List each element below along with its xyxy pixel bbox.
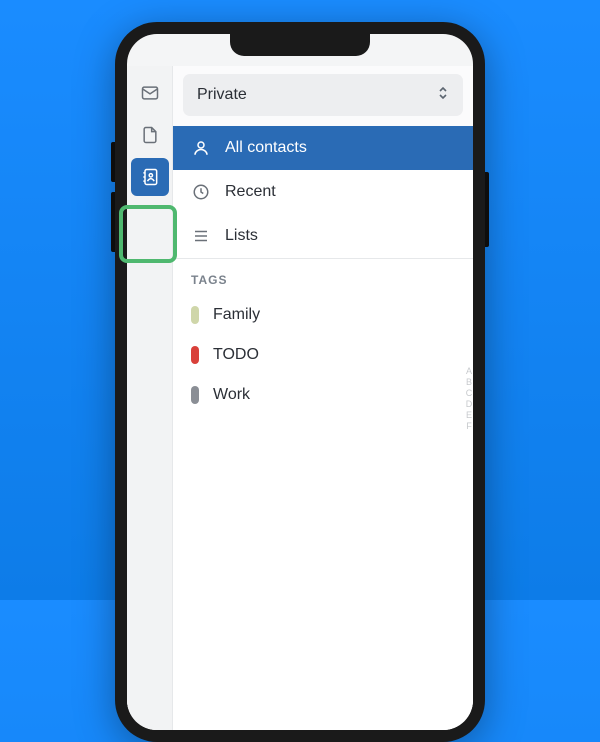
section-label: Recent bbox=[225, 183, 276, 201]
chevron-updown-icon bbox=[437, 85, 449, 106]
nav-contacts[interactable] bbox=[131, 158, 169, 196]
contacts-app: Private All contacts bbox=[127, 66, 473, 730]
phone-frame: Private All contacts bbox=[115, 22, 485, 742]
tag-color-pill bbox=[191, 306, 199, 324]
section-label: All contacts bbox=[225, 139, 307, 157]
mail-icon bbox=[140, 83, 160, 103]
tags-header: TAGS bbox=[173, 259, 473, 295]
tag-label: Work bbox=[213, 386, 250, 404]
volume-up-button bbox=[111, 142, 115, 182]
tag-label: Family bbox=[213, 306, 260, 324]
section-recent[interactable]: Recent bbox=[173, 170, 473, 214]
addressbook-selector-value: Private bbox=[197, 86, 247, 104]
nav-mail[interactable] bbox=[131, 74, 169, 112]
addressbook-selector[interactable]: Private bbox=[183, 74, 463, 116]
tag-color-pill bbox=[191, 386, 199, 404]
nav-rail bbox=[127, 66, 173, 730]
section-lists[interactable]: Lists bbox=[173, 214, 473, 258]
volume-down-button bbox=[111, 192, 115, 252]
document-icon bbox=[140, 125, 160, 145]
addressbook-selector-row: Private bbox=[173, 66, 473, 126]
nav-files[interactable] bbox=[131, 116, 169, 154]
clock-icon bbox=[191, 182, 211, 202]
tag-item-todo[interactable]: TODO bbox=[173, 335, 473, 375]
tag-label: TODO bbox=[213, 346, 259, 364]
contacts-panel: Private All contacts bbox=[173, 66, 473, 730]
address-book-icon bbox=[140, 167, 160, 187]
power-button bbox=[485, 172, 489, 247]
tag-item-family[interactable]: Family bbox=[173, 295, 473, 335]
phone-screen: Private All contacts bbox=[127, 34, 473, 730]
person-icon bbox=[191, 138, 211, 158]
section-label: Lists bbox=[225, 227, 258, 245]
section-all-contacts[interactable]: All contacts bbox=[173, 126, 473, 170]
tag-color-pill bbox=[191, 346, 199, 364]
list-icon bbox=[191, 226, 211, 246]
tag-item-work[interactable]: Work bbox=[173, 375, 473, 415]
main-sections: All contacts Recent Lists bbox=[173, 126, 473, 258]
